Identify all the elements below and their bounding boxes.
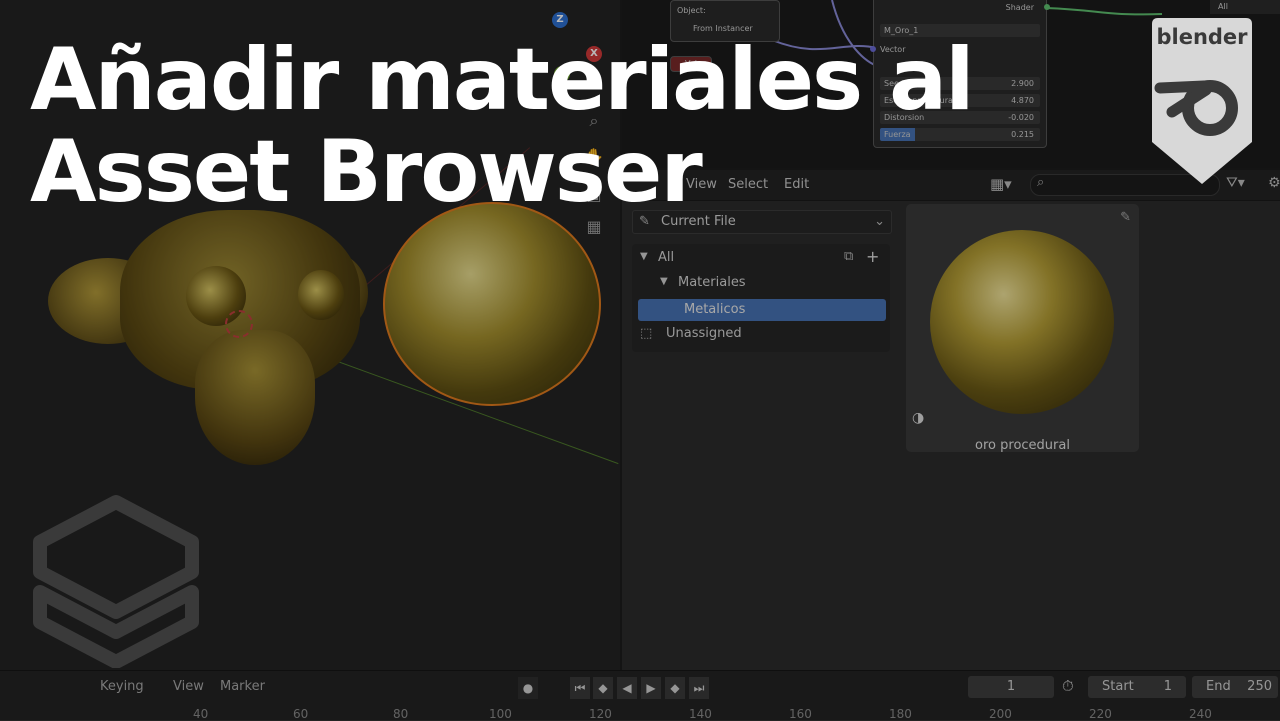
search-icon: ⌕ bbox=[1037, 175, 1045, 190]
field-value: 0.215 bbox=[1011, 130, 1034, 139]
video-title: Añadir materiales al Asset Browser bbox=[30, 30, 975, 222]
catalog-all[interactable]: All bbox=[658, 250, 674, 265]
start-label: Start bbox=[1102, 679, 1134, 694]
shader-socket[interactable] bbox=[1044, 4, 1050, 10]
field-value: 2.900 bbox=[1011, 79, 1034, 88]
menu-marker[interactable]: Marker bbox=[220, 679, 265, 694]
next-keyframe-icon[interactable]: ◆ bbox=[665, 677, 685, 699]
frame-tick: 40 bbox=[193, 707, 209, 721]
frame-tick: 200 bbox=[989, 707, 1012, 721]
frame-tick: 240 bbox=[1189, 707, 1212, 721]
end-frame-field[interactable]: End 250 bbox=[1192, 676, 1278, 698]
gizmo-z-axis[interactable]: Z bbox=[552, 12, 568, 28]
gear-icon[interactable]: ⚙ bbox=[1268, 175, 1280, 191]
end-value: 250 bbox=[1247, 679, 1272, 694]
stopwatch-icon[interactable]: ⏱ bbox=[1062, 677, 1074, 695]
filter-all[interactable]: All bbox=[1210, 0, 1280, 14]
menu-keying[interactable]: Keying bbox=[100, 679, 144, 694]
gold-sphere[interactable] bbox=[383, 202, 601, 406]
frame-tick: 120 bbox=[589, 707, 612, 721]
end-label: End bbox=[1206, 679, 1231, 694]
catalog-unassigned[interactable]: Unassigned bbox=[666, 326, 742, 341]
frame-tick: 180 bbox=[889, 707, 912, 721]
blender-logo-badge: blender bbox=[1152, 18, 1252, 184]
channel-watermark-icon bbox=[33, 495, 199, 668]
display-mode-icon[interactable]: ▦▾ bbox=[990, 175, 1014, 195]
frame-tick: 140 bbox=[689, 707, 712, 721]
suzanne-right-eye bbox=[298, 270, 344, 320]
asset-browser[interactable]: View Select Edit ▦▾ ⌕ ⛛▾ ⚙ ✎ Current Fil… bbox=[622, 170, 1280, 670]
expand-all-icon[interactable]: ▼ bbox=[640, 251, 648, 262]
unassigned-icon: ⬚ bbox=[640, 326, 653, 341]
asset-edit-icon[interactable]: ✎ bbox=[1120, 210, 1131, 225]
start-value: 1 bbox=[1163, 679, 1172, 694]
record-icon[interactable]: ● bbox=[518, 677, 538, 699]
material-type-icon: ◑ bbox=[912, 410, 925, 426]
frame-tick: 80 bbox=[393, 707, 409, 721]
play-reverse-icon[interactable]: ◀ bbox=[617, 677, 637, 699]
catalog-metalicos-label: Metalicos bbox=[684, 302, 746, 317]
3d-cursor-icon[interactable] bbox=[225, 310, 253, 338]
menu-view[interactable]: View bbox=[173, 679, 204, 694]
shader-output-label: Shader bbox=[1005, 3, 1034, 12]
current-frame-field[interactable]: 1 bbox=[968, 676, 1054, 698]
asset-preview-thumbnail bbox=[930, 230, 1114, 414]
catalog-tree: ▼ All ⧉ + ▼ Materiales Metalicos ⬚ Unass… bbox=[632, 244, 890, 352]
frame-tick: 100 bbox=[489, 707, 512, 721]
title-line-2: Asset Browser bbox=[30, 122, 703, 222]
asset-card-oro-procedural[interactable]: ✎ ◑ oro procedural bbox=[906, 204, 1139, 453]
expand-materiales-icon[interactable]: ▼ bbox=[660, 276, 668, 287]
prev-keyframe-icon[interactable]: ◆ bbox=[593, 677, 613, 699]
field-value: -0.020 bbox=[1008, 113, 1034, 122]
title-line-1: Añadir materiales al bbox=[30, 30, 975, 130]
start-frame-field[interactable]: Start 1 bbox=[1088, 676, 1186, 698]
timeline[interactable]: Keying View Marker ● ⏮ ◆ ◀ ▶ ◆ ⏭ 1 ⏱ Sta… bbox=[0, 670, 1280, 721]
asset-name: oro procedural bbox=[975, 438, 1070, 453]
frame-tick: 60 bbox=[293, 707, 309, 721]
new-catalog-icon[interactable]: ⧉ bbox=[844, 249, 853, 264]
suzanne-jaw bbox=[195, 330, 315, 465]
frame-tick: 220 bbox=[1089, 707, 1112, 721]
jump-end-icon[interactable]: ⏭ bbox=[689, 677, 709, 699]
frame-tick: 160 bbox=[789, 707, 812, 721]
jump-start-icon[interactable]: ⏮ bbox=[570, 677, 590, 699]
catalog-metalicos[interactable]: Metalicos bbox=[638, 299, 886, 321]
catalog-materiales[interactable]: Materiales bbox=[678, 275, 746, 290]
add-catalog-icon[interactable]: + bbox=[866, 247, 879, 266]
play-icon[interactable]: ▶ bbox=[641, 677, 661, 699]
object-label: Object: bbox=[677, 6, 706, 15]
blender-logo-text: blender bbox=[1156, 25, 1248, 49]
field-value: 4.870 bbox=[1011, 96, 1034, 105]
